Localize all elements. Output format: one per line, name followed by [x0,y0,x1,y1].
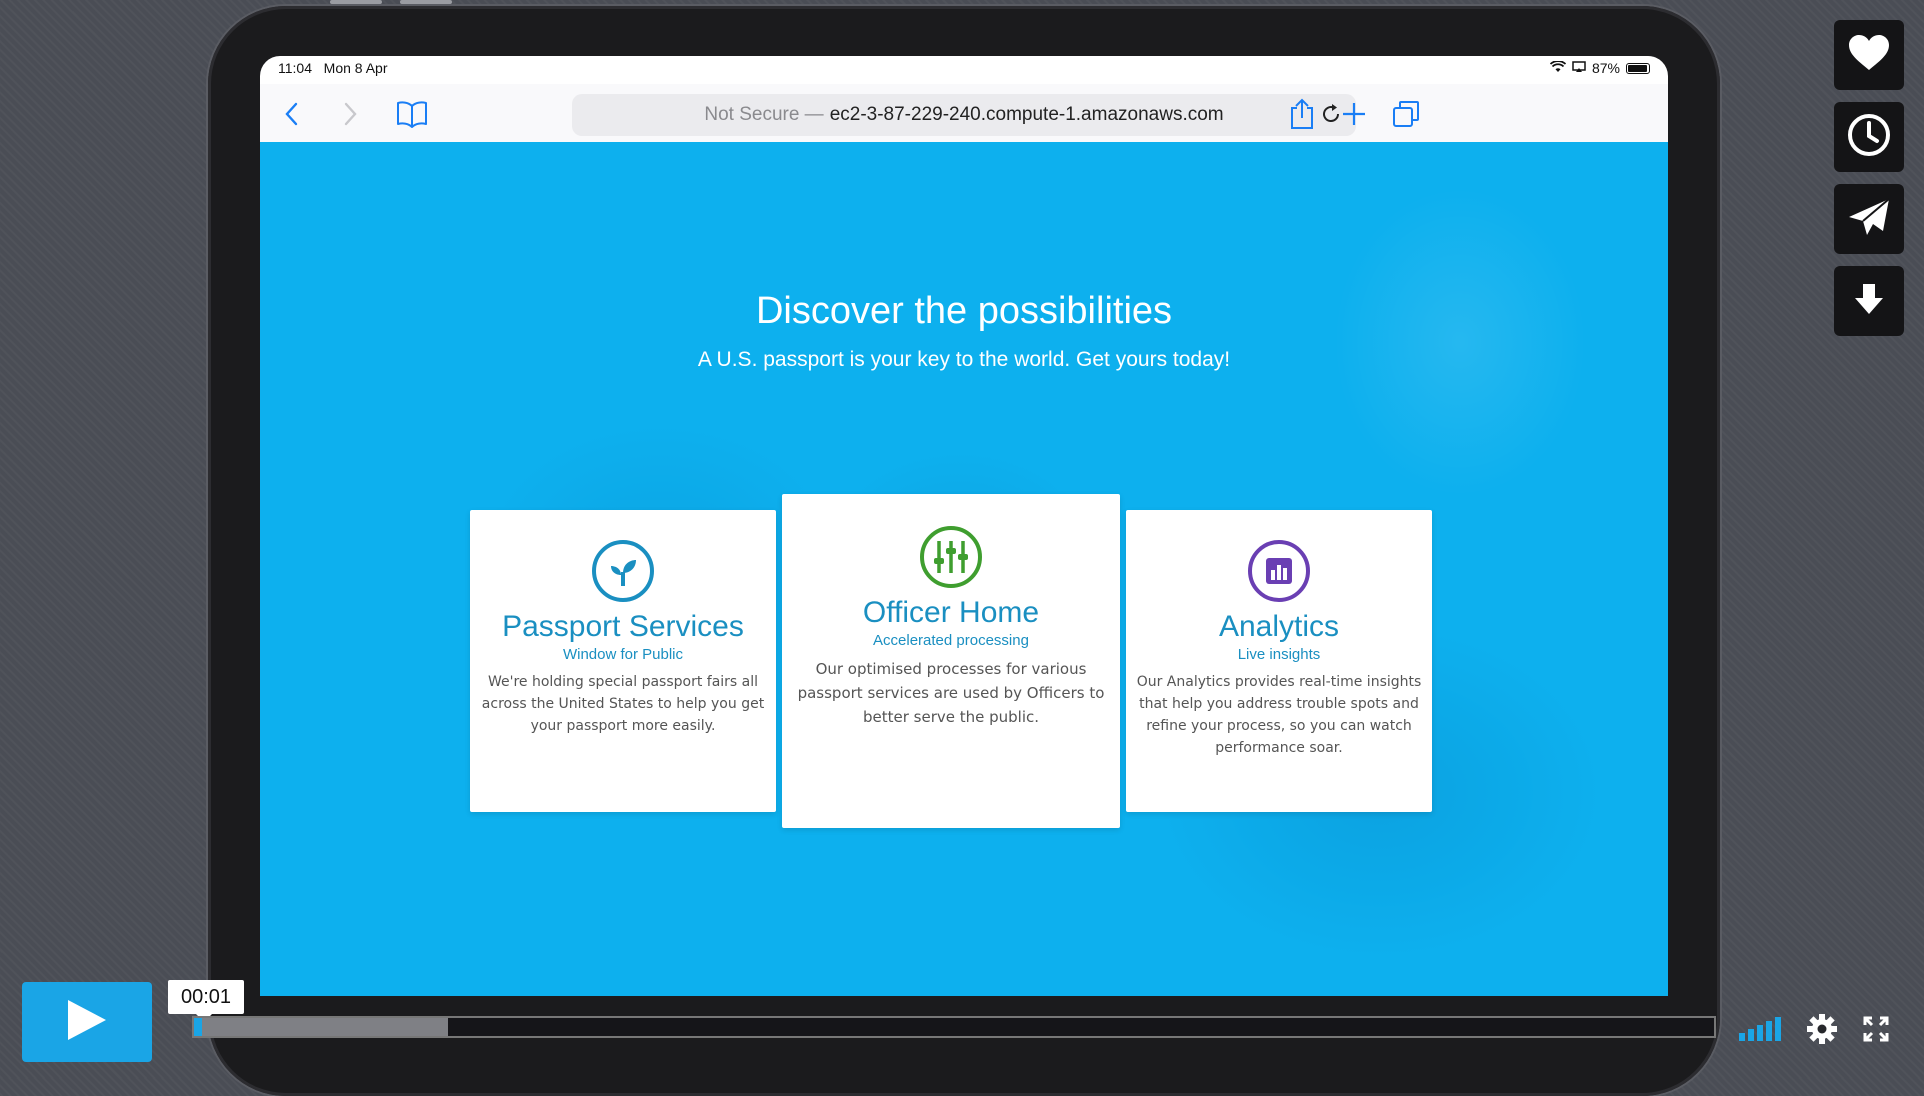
battery-percentage: 87% [1591,60,1620,76]
safari-toolbar: Not Secure — ec2-3-87-229-240.compute-1.… [260,84,1668,142]
ipad-volume-button [330,0,382,4]
settings-gear-icon[interactable] [1802,1014,1842,1044]
card-body: We're holding special passport fairs all… [481,674,765,734]
back-icon[interactable] [276,98,308,130]
status-bar: 11:04 Mon 8 Apr 87% [260,56,1668,86]
bar-chart-icon [1246,538,1312,604]
not-secure-label: Not Secure — [704,104,824,125]
heart-icon [1847,34,1891,77]
play-icon [66,998,108,1047]
ipad-volume-button [400,0,452,4]
quality-icon[interactable] [1736,1014,1786,1044]
address-bar[interactable]: Not Secure — ec2-3-87-229-240.compute-1.… [572,94,1356,136]
tabs-icon[interactable] [1390,98,1422,130]
download-arrow-icon [1853,282,1885,321]
card-title: Analytics [1218,610,1340,643]
sprout-icon [590,538,656,604]
card-subtitle: Live insights [1237,646,1321,663]
card-title: Officer Home [862,596,1040,629]
seek-bar-played [194,1018,202,1036]
seek-bar[interactable] [192,1016,1716,1038]
wifi-icon [1549,60,1567,76]
card-passport-services[interactable]: Passport Services Window for Public We'r… [470,510,776,812]
fullscreen-icon[interactable] [1856,1014,1896,1044]
seek-bar-buffered [194,1018,448,1036]
forward-icon[interactable] [334,98,366,130]
screen-mirroring-icon [1572,60,1586,76]
sliders-icon [918,524,984,590]
battery-icon [1626,62,1650,74]
play-button[interactable] [22,982,152,1062]
ipad-screen: 11:04 Mon 8 Apr 87% Not Secure — ec2-3-8… [260,56,1668,996]
card-body: Our Analytics provides real-time insight… [1136,674,1422,756]
status-indicators: 87% [1549,60,1650,76]
share-icon[interactable] [1286,98,1318,130]
status-datetime: 11:04 Mon 8 Apr [278,60,388,76]
bookmarks-icon[interactable] [396,98,428,130]
watch-later-button[interactable] [1834,102,1904,172]
paper-plane-icon [1847,197,1891,242]
new-tab-icon[interactable] [1338,98,1370,130]
status-date: Mon 8 Apr [323,60,388,76]
url-host: ec2-3-87-229-240.compute-1.amazonaws.com [829,104,1224,125]
like-button[interactable] [1834,20,1904,90]
share-button[interactable] [1834,184,1904,254]
card-title: Passport Services [502,610,744,643]
status-time: 11:04 [278,60,312,76]
card-officer-home[interactable]: Officer Home Accelerated processing Our … [782,494,1120,828]
card-subtitle: Window for Public [562,646,684,663]
card-body: Our optimised processes for various pass… [797,660,1105,726]
hero-subtitle: A U.S. passport is your key to the world… [697,348,1231,371]
clock-icon [1846,112,1892,163]
hero-title: Discover the possibilities [755,290,1173,332]
card-subtitle: Accelerated processing [873,632,1029,649]
download-button[interactable] [1834,266,1904,336]
card-analytics[interactable]: Analytics Live insights Our Analytics pr… [1126,510,1432,812]
web-content: Discover the possibilities A U.S. passpo… [260,142,1668,996]
timecode: 00:01 [168,980,244,1022]
